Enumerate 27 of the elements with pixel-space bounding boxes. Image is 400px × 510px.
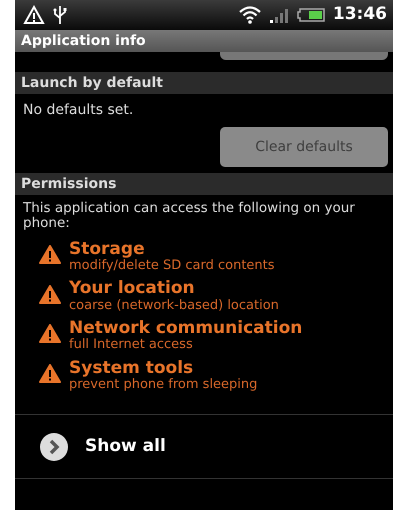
status-time: 13:46	[332, 3, 387, 26]
warning-icon	[39, 244, 61, 264]
battery-icon	[296, 8, 325, 22]
warning-icon	[39, 324, 61, 344]
permission-description: coarse (network-based) location	[69, 298, 279, 314]
permission-title: Your location	[69, 278, 196, 299]
warning-icon	[39, 364, 61, 383]
permission-description: prevent phone from sleeping	[69, 378, 258, 392]
show-all-label: Show all	[85, 435, 166, 458]
permission-title: Storage	[69, 238, 146, 259]
permission-description: modify/delete SD card contents	[69, 259, 275, 274]
signal-icon	[268, 7, 289, 23]
section-header: Launch by default	[15, 72, 393, 94]
section-header: Permissions	[15, 173, 393, 195]
alert-icon	[23, 5, 45, 25]
button[interactable]	[220, 52, 388, 60]
permission-title: Network communication	[69, 318, 302, 338]
wifi-icon	[238, 6, 261, 24]
permission-description: full Internet access	[69, 338, 194, 353]
title-bar: Application info	[15, 30, 393, 52]
usb-icon	[53, 5, 67, 25]
show-all-row[interactable]: Show all	[15, 415, 393, 478]
permission-title: System tools	[69, 358, 194, 378]
warning-icon	[39, 284, 61, 304]
defaults-message: No defaults set.	[22, 101, 134, 120]
permissions-intro: This application can access the following on your phone:	[22, 199, 356, 231]
chevron-icon	[39, 432, 69, 462]
